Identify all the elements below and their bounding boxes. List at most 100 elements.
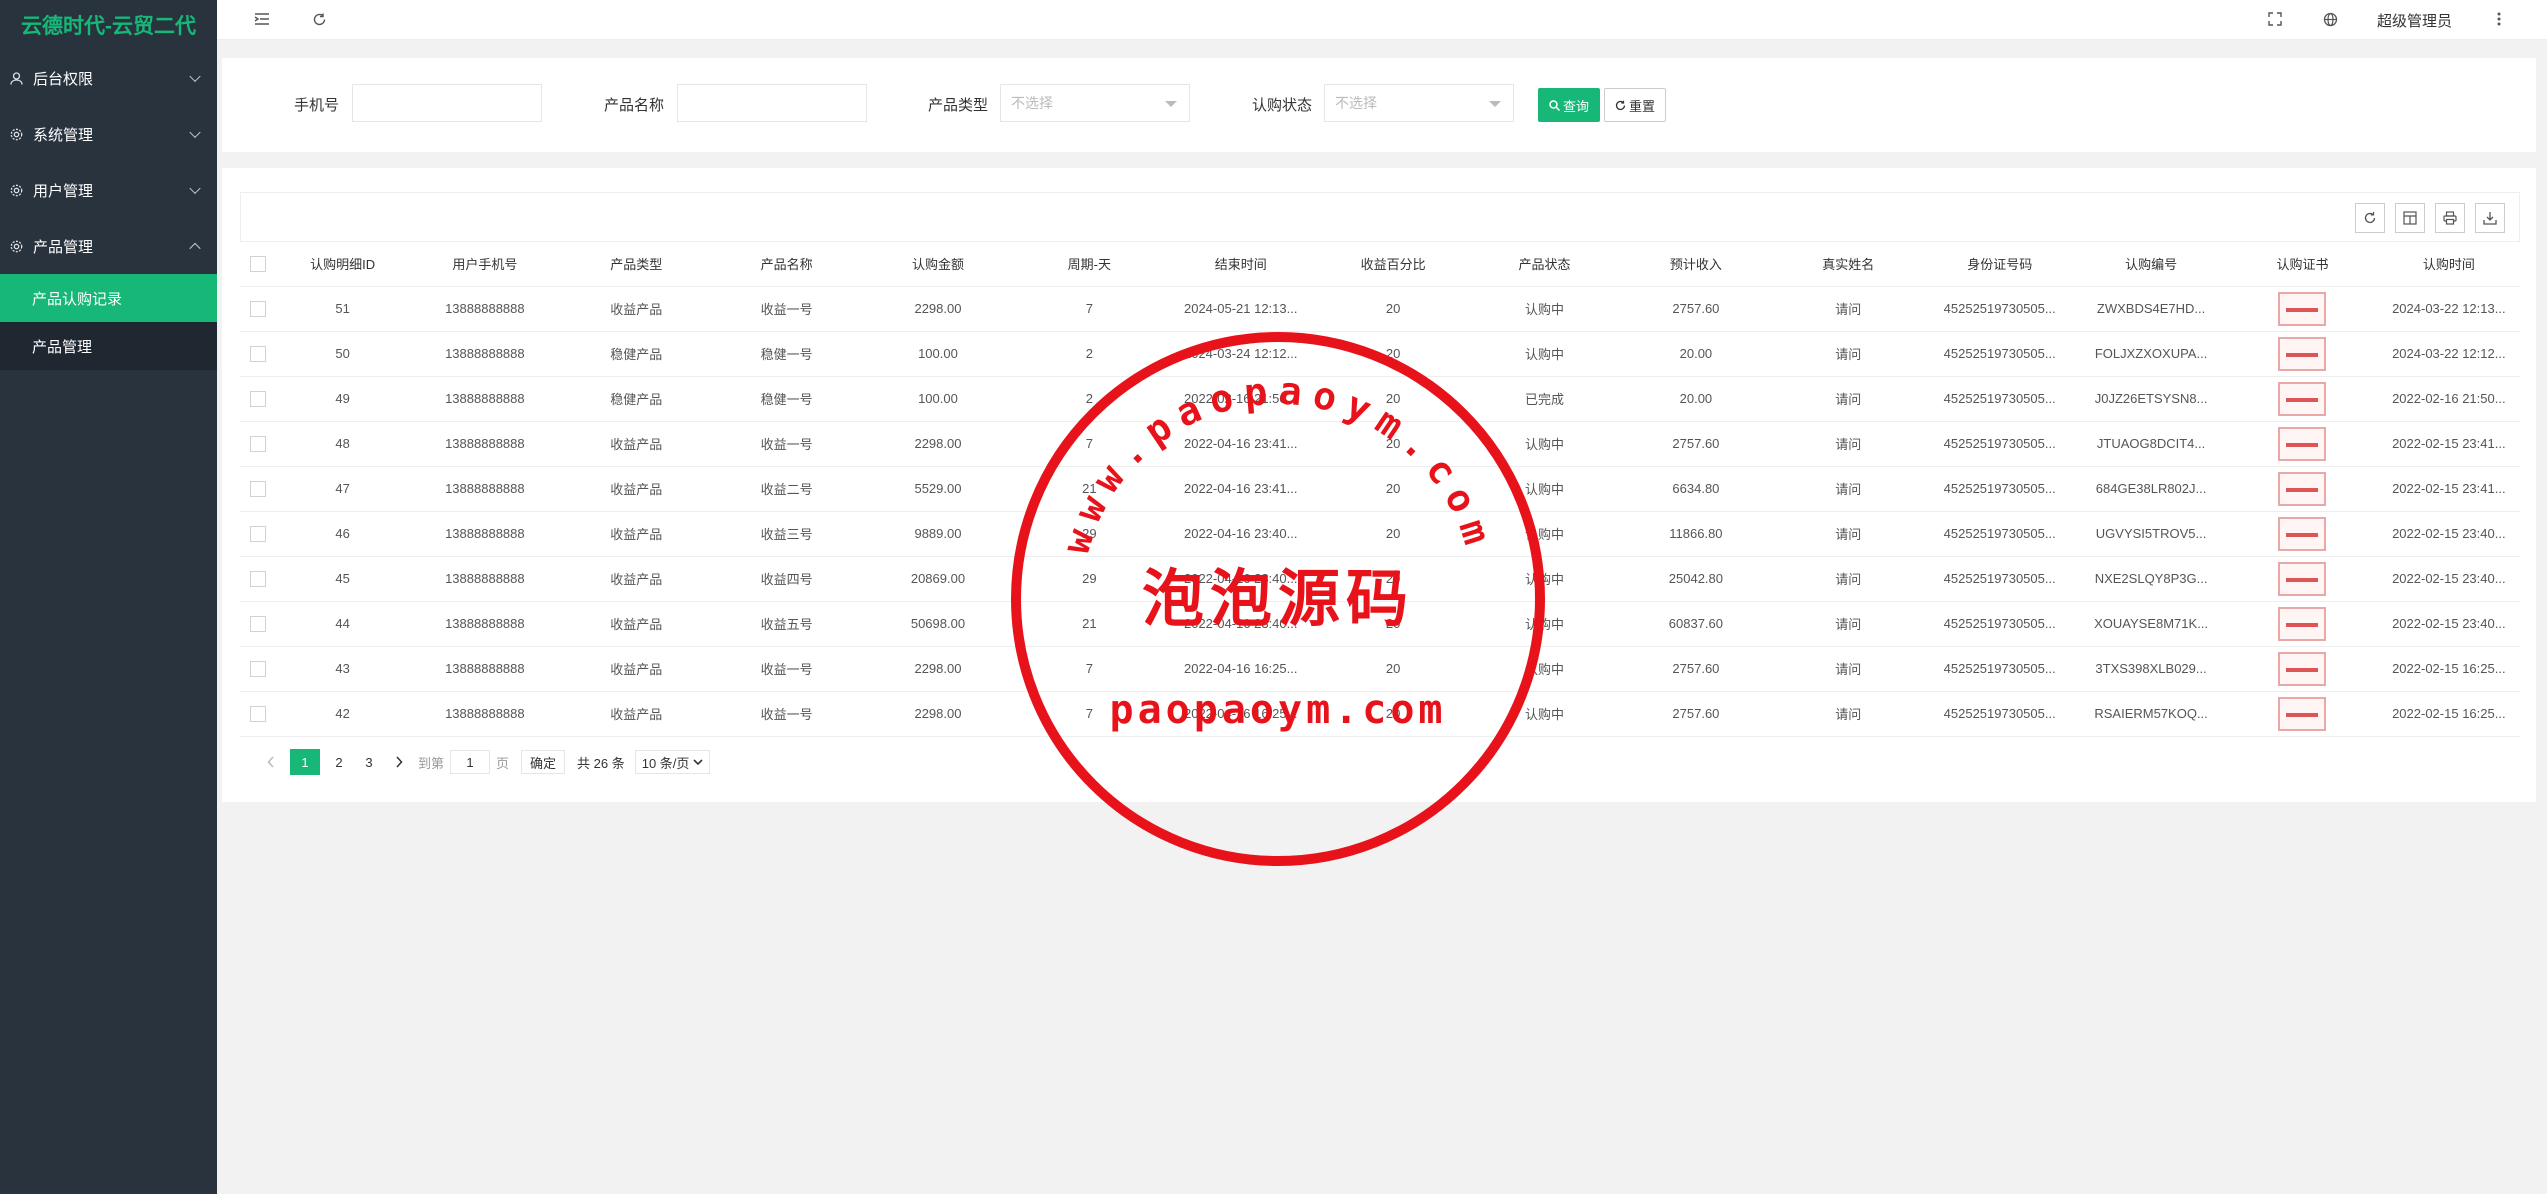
phone-input[interactable] (352, 84, 542, 122)
table-cell: 20 (1316, 421, 1470, 467)
sidebar-item-users[interactable]: 用户管理 (0, 162, 217, 218)
print-icon[interactable] (2435, 203, 2465, 233)
row-checkbox[interactable] (250, 615, 267, 632)
table-card: 认购明细ID 用户手机号 产品类型 产品名称 认购金额 周期-天 结束时间 收益百分比 产品状态… (222, 168, 2536, 802)
table-cell: 收益一号 (711, 421, 862, 467)
row-checkbox[interactable] (250, 570, 267, 587)
table-cell: 认购中 (1469, 601, 1620, 647)
sidebar: 云德时代-云贸二代 后台权限 系统管理 用户管理 产品管理 产品认购记录 产品管… (0, 0, 217, 1194)
column-header: 认购证书 (2227, 242, 2378, 287)
table-cell: 45252519730505... (1924, 331, 2075, 377)
export-icon[interactable] (2475, 203, 2505, 233)
columns-icon[interactable] (2395, 203, 2425, 233)
gear-icon (10, 184, 23, 197)
row-checkbox[interactable] (250, 435, 267, 452)
table-cell: 43 (276, 646, 409, 692)
page-2[interactable]: 2 (328, 749, 350, 775)
table-cell: 2022-04-16 23:40... (1164, 511, 1317, 557)
sidebar-item-product-management[interactable]: 产品管理 (0, 322, 217, 370)
row-checkbox[interactable] (250, 300, 267, 317)
table-cell: 2298.00 (861, 286, 1015, 332)
certificate-thumbnail[interactable] (2278, 561, 2327, 596)
menu-toggle-icon[interactable] (253, 10, 271, 28)
more-vertical-icon[interactable] (2490, 10, 2508, 28)
table-row[interactable]: 51 13888888888 收益产品 收益一号 2298.00 7 2024-05-21 … (240, 286, 2520, 332)
column-header: 认购编号 (2074, 242, 2228, 287)
table-cell: 2022-02-15 23:41... (2377, 466, 2520, 512)
sidebar-item-system[interactable]: 系统管理 (0, 106, 217, 162)
certificate-thumbnail[interactable] (2278, 471, 2327, 506)
row-checkbox[interactable] (250, 525, 267, 542)
table-cell: 13888888888 (408, 376, 562, 422)
table-cell: 收益五号 (711, 601, 862, 647)
sidebar-item-permissions[interactable]: 后台权限 (0, 50, 217, 106)
table-cell: FOLJXZXOXUPA... (2074, 331, 2228, 377)
certificate-thumbnail[interactable] (2278, 291, 2327, 326)
page-confirm-button[interactable]: 确定 (521, 750, 566, 774)
row-checkbox-cell (240, 556, 277, 602)
table-cell: 45252519730505... (1924, 601, 2075, 647)
table-cell: 13888888888 (408, 286, 562, 332)
page-3[interactable]: 3 (358, 749, 380, 775)
table-cell: UGVYSI5TROV5... (2074, 511, 2228, 557)
query-button[interactable]: 查询 (1538, 88, 1600, 122)
next-page-icon[interactable] (388, 749, 410, 775)
table-cell: 收益产品 (561, 556, 712, 602)
sidebar-item-subscription-records[interactable]: 产品认购记录 (0, 274, 217, 322)
table-cell: 50698.00 (861, 601, 1015, 647)
product-name-input[interactable] (677, 84, 867, 122)
table-cell: 收益三号 (711, 511, 862, 557)
table-cell: 请问 (1772, 286, 1925, 332)
chevron-down-icon (189, 126, 201, 139)
certificate-thumbnail[interactable] (2278, 606, 2327, 641)
certificate-thumbnail[interactable] (2278, 516, 2327, 551)
select-all-checkbox[interactable] (250, 256, 267, 273)
status-select[interactable]: 不选择 (1324, 84, 1514, 122)
refresh-icon[interactable] (310, 10, 328, 28)
table-row[interactable]: 50 13888888888 稳健产品 稳健一号 100.00 2 2024-03-24 1… (240, 331, 2520, 377)
certificate-thumbnail[interactable] (2278, 696, 2327, 731)
table-cell: 45 (276, 556, 409, 602)
page-number-input[interactable]: 1 (450, 750, 491, 774)
table-row[interactable]: 45 13888888888 收益产品 收益四号 20869.00 29 2022-04-1… (240, 556, 2520, 602)
page-size-select[interactable]: 10 条/页 (634, 750, 711, 774)
table-cell: 已完成 (1469, 376, 1620, 422)
table-row[interactable]: 47 13888888888 收益产品 收益二号 5529.00 21 2022-04-16… (240, 466, 2520, 512)
row-checkbox[interactable] (250, 480, 267, 497)
row-checkbox-cell (240, 511, 277, 557)
table-row[interactable]: 42 13888888888 收益产品 收益一号 2298.00 7 2022-04-16 … (240, 691, 2520, 737)
certificate-thumbnail[interactable] (2278, 426, 2327, 461)
sidebar-item-products[interactable]: 产品管理 (0, 218, 217, 274)
table-row[interactable]: 43 13888888888 收益产品 收益一号 2298.00 7 2022-04-16 … (240, 646, 2520, 692)
fullscreen-icon[interactable] (2266, 10, 2284, 28)
table-cell: 请问 (1772, 511, 1925, 557)
row-checkbox[interactable] (250, 345, 267, 362)
reset-button[interactable]: 重置 (1604, 88, 1666, 122)
table-cell: 2022-02-16 21:50... (1164, 376, 1317, 422)
table-row[interactable]: 49 13888888888 稳健产品 稳健一号 100.00 2 2022-02-16 2… (240, 376, 2520, 422)
row-checkbox-cell (240, 331, 277, 377)
table-cell: 2022-02-15 16:25... (2377, 646, 2520, 692)
certificate-thumbnail[interactable] (2278, 651, 2327, 686)
table-cell: 收益二号 (711, 466, 862, 512)
table-cell: 25042.80 (1619, 556, 1773, 602)
current-user[interactable]: 超级管理员 (2377, 10, 2452, 31)
product-type-select[interactable]: 不选择 (1000, 84, 1190, 122)
page-1[interactable]: 1 (290, 749, 320, 775)
table-cell: 收益产品 (561, 286, 712, 332)
table-row[interactable]: 44 13888888888 收益产品 收益五号 50698.00 21 2022-04-1… (240, 601, 2520, 647)
row-checkbox[interactable] (250, 660, 267, 677)
globe-icon[interactable] (2321, 10, 2339, 28)
table-row[interactable]: 46 13888888888 收益产品 收益三号 9889.00 29 2022-04-16… (240, 511, 2520, 557)
table-cell: 7 (1014, 421, 1165, 467)
certificate-thumbnail[interactable] (2278, 381, 2327, 416)
certificate-thumbnail[interactable] (2278, 336, 2327, 371)
row-checkbox[interactable] (250, 705, 267, 722)
prev-page-icon[interactable] (260, 749, 282, 775)
row-checkbox[interactable] (250, 390, 267, 407)
table-cell: 20869.00 (861, 556, 1015, 602)
status-placeholder: 不选择 (1335, 95, 1377, 111)
table-row[interactable]: 48 13888888888 收益产品 收益一号 2298.00 7 2022-04-16 … (240, 421, 2520, 467)
table-cell: 2024-05-21 12:13... (1164, 286, 1317, 332)
refresh-icon[interactable] (2355, 203, 2385, 233)
